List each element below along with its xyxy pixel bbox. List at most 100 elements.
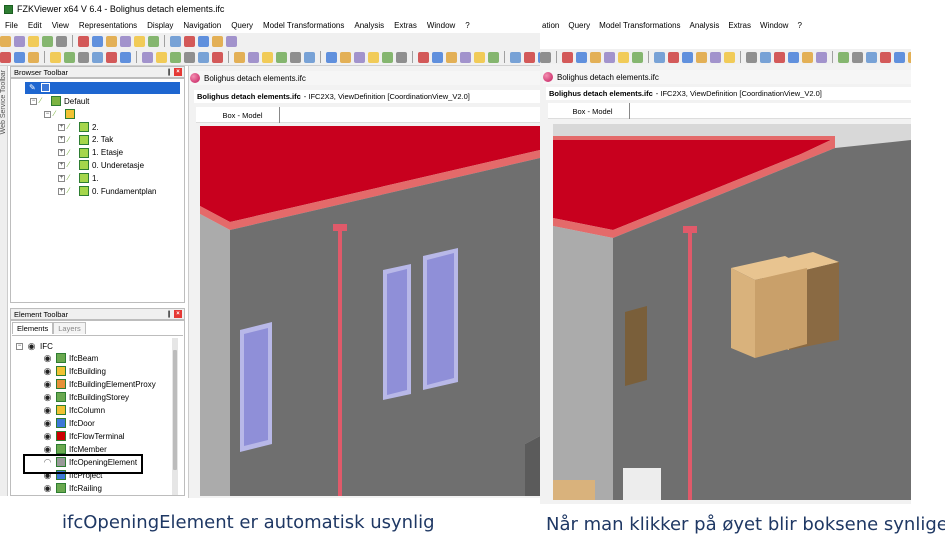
toolbar-button-icon[interactable] xyxy=(618,51,629,63)
toolbar-button-icon[interactable] xyxy=(198,51,209,63)
menu-item-0[interactable]: ation xyxy=(542,21,559,30)
menu-item-11[interactable]: ? xyxy=(465,21,469,30)
toolbar-button-icon[interactable] xyxy=(170,35,181,47)
toolbar-button-icon[interactable] xyxy=(474,51,485,63)
toolbar-button-icon[interactable] xyxy=(668,51,679,63)
toolbar-button-icon[interactable] xyxy=(418,51,429,63)
close-icon[interactable]: × xyxy=(174,68,182,76)
menu-item-4[interactable]: Extras xyxy=(728,21,751,30)
menu-item-10[interactable]: Window xyxy=(427,21,455,30)
toolbar-button-icon[interactable] xyxy=(106,35,117,47)
menu-item-3[interactable]: Analysis xyxy=(690,21,720,30)
eye-open-icon[interactable]: ◉ xyxy=(42,483,53,493)
visibility-pencil-icon[interactable]: ∕ xyxy=(68,161,76,169)
visibility-pencil-icon[interactable]: ∕ xyxy=(68,135,76,144)
toolbar-button-icon[interactable] xyxy=(590,51,601,63)
toolbar-button-icon[interactable] xyxy=(92,51,103,63)
visibility-pencil-icon[interactable]: ∕ xyxy=(68,123,76,131)
expand-icon[interactable]: + xyxy=(58,149,65,157)
eye-open-icon[interactable]: ◉ xyxy=(42,405,53,415)
expand-icon[interactable]: + xyxy=(58,187,65,195)
toolbar-button-icon[interactable] xyxy=(562,51,573,63)
menu-item-4[interactable]: Display xyxy=(147,21,173,30)
visibility-pencil-icon[interactable]: ∕ xyxy=(40,97,48,105)
toolbar-button-icon[interactable] xyxy=(576,51,587,63)
toolbar-button-icon[interactable] xyxy=(0,51,11,63)
toolbar-button-icon[interactable] xyxy=(894,51,905,63)
expand-icon[interactable]: + xyxy=(58,136,65,144)
toolbar-button-icon[interactable] xyxy=(42,35,53,47)
menu-item-5[interactable]: Window xyxy=(760,21,788,30)
menu-item-6[interactable]: ? xyxy=(797,21,801,30)
toolbar-button-icon[interactable] xyxy=(724,51,735,63)
toolbar-button-icon[interactable] xyxy=(816,51,827,63)
toolbar-button-icon[interactable] xyxy=(226,35,237,47)
toolbar-button-icon[interactable] xyxy=(290,51,301,63)
toolbar-button-icon[interactable] xyxy=(866,51,877,63)
menu-item-2[interactable]: Model Transformations xyxy=(599,21,680,30)
tab-layers[interactable]: Layers xyxy=(53,322,86,334)
tree-row[interactable]: + ∕ 2. xyxy=(58,121,99,133)
right-view-tab-box-model[interactable]: Box - Model xyxy=(556,103,630,119)
element-tree-scrollbar[interactable] xyxy=(172,338,178,495)
eye-open-icon[interactable]: ◉ xyxy=(42,379,53,389)
eye-open-icon[interactable]: ◉ xyxy=(42,366,53,376)
toolbar-button-icon[interactable] xyxy=(276,51,287,63)
toolbar-button-icon[interactable] xyxy=(212,35,223,47)
tree-row[interactable]: ◉ IfcFlowTerminal xyxy=(42,430,125,442)
toolbar-button-icon[interactable] xyxy=(788,51,799,63)
menu-item-6[interactable]: Query xyxy=(231,21,253,30)
toolbar-button-icon[interactable] xyxy=(340,51,351,63)
toolbar-button-icon[interactable] xyxy=(802,51,813,63)
toolbar-button-icon[interactable] xyxy=(14,51,25,63)
left-view-tab-box-model[interactable]: Box - Model xyxy=(206,107,280,123)
toolbar-button-icon[interactable] xyxy=(120,51,131,63)
toolbar-button-icon[interactable] xyxy=(64,51,75,63)
toolbar-button-icon[interactable] xyxy=(142,51,153,63)
toolbar-button-icon[interactable] xyxy=(368,51,379,63)
toolbar-button-icon[interactable] xyxy=(838,51,849,63)
toolbar-button-icon[interactable] xyxy=(78,51,89,63)
menu-item-1[interactable]: Query xyxy=(568,21,590,30)
toolbar-button-icon[interactable] xyxy=(654,51,665,63)
visibility-pencil-icon[interactable]: ∕ xyxy=(68,148,76,157)
eye-open-icon[interactable]: ◉ xyxy=(42,392,53,402)
toolbar-button-icon[interactable] xyxy=(156,51,167,63)
toolbar-button-icon[interactable] xyxy=(760,51,771,63)
eye-open-icon[interactable]: ◉ xyxy=(42,431,53,441)
menu-item-2[interactable]: View xyxy=(52,21,69,30)
toolbar-button-icon[interactable] xyxy=(120,35,131,47)
collapse-icon[interactable]: − xyxy=(44,110,51,118)
tree-row[interactable]: − ◉ IFC xyxy=(16,340,53,352)
tree-row[interactable]: ◉ IfcBeam xyxy=(42,352,98,364)
toolbar-button-icon[interactable] xyxy=(604,51,615,63)
visibility-pencil-icon[interactable]: ∕ xyxy=(68,187,76,195)
tree-row[interactable]: + ∕ 1. xyxy=(58,172,99,184)
toolbar-button-icon[interactable] xyxy=(56,35,67,47)
toolbar-button-icon[interactable] xyxy=(248,51,259,63)
toolbar-button-icon[interactable] xyxy=(632,51,643,63)
expand-icon[interactable]: + xyxy=(58,174,65,182)
toolbar-button-icon[interactable] xyxy=(488,51,499,63)
toolbar-button-icon[interactable] xyxy=(908,51,911,63)
toolbar-button-icon[interactable] xyxy=(354,51,365,63)
eye-open-icon[interactable]: ◉ xyxy=(26,341,37,351)
toolbar-button-icon[interactable] xyxy=(28,35,39,47)
toolbar-button-icon[interactable] xyxy=(880,51,891,63)
web-service-toolbar-tab[interactable]: Web Service Toolbar xyxy=(0,70,7,134)
scrollbar-thumb[interactable] xyxy=(173,350,177,470)
left-3d-viewport[interactable] xyxy=(200,126,540,496)
toolbar-button-icon[interactable] xyxy=(382,51,393,63)
menu-item-8[interactable]: Analysis xyxy=(354,21,384,30)
tree-root-selected[interactable]: ✎ xyxy=(25,82,180,94)
pin-icon[interactable]: ❙ xyxy=(166,310,172,318)
toolbar-button-icon[interactable] xyxy=(774,51,785,63)
menu-item-5[interactable]: Navigation xyxy=(183,21,221,30)
menu-item-0[interactable]: File xyxy=(5,21,18,30)
pin-icon[interactable]: ❙ xyxy=(166,68,172,76)
menu-item-7[interactable]: Model Transformations xyxy=(263,21,344,30)
toolbar-button-icon[interactable] xyxy=(304,51,315,63)
eye-open-icon[interactable]: ◉ xyxy=(42,418,53,428)
toolbar-button-icon[interactable] xyxy=(540,51,551,63)
expand-icon[interactable]: + xyxy=(58,123,65,131)
